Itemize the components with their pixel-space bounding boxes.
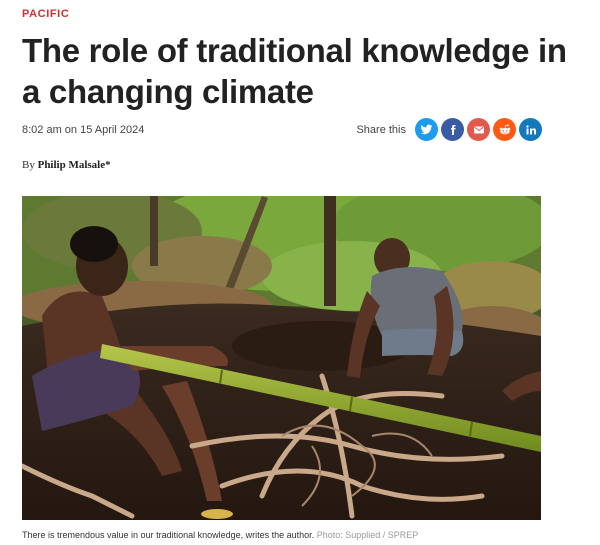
article-headline: The role of traditional knowledge in a c… <box>22 32 567 110</box>
author-name[interactable]: Philip Malsale* <box>38 159 111 171</box>
facebook-icon <box>450 124 456 135</box>
share-reddit-button[interactable] <box>493 118 516 141</box>
byline-prefix: By <box>22 159 35 171</box>
section-kicker[interactable]: PACIFIC <box>22 8 69 20</box>
twitter-icon <box>420 124 433 135</box>
share-email-button[interactable] <box>467 118 490 141</box>
linkedin-icon <box>525 124 536 134</box>
share-label: Share this <box>356 123 406 136</box>
article-byline: By Philip Malsale* <box>22 159 111 171</box>
photo-credit: Photo: Supplied / SPREP <box>316 530 419 540</box>
article-meta: 8:02 am on 15 April 2024 Share this <box>22 116 542 144</box>
photo-caption: There is tremendous value in our traditi… <box>22 530 418 540</box>
share-facebook-button[interactable] <box>441 118 464 141</box>
email-icon <box>473 126 484 133</box>
caption-text: There is tremendous value in our traditi… <box>22 530 315 540</box>
share-twitter-button[interactable] <box>415 118 438 141</box>
share-bar: Share this <box>356 118 542 141</box>
article-photo <box>22 196 541 520</box>
share-linkedin-button[interactable] <box>519 118 542 141</box>
article-timestamp: 8:02 am on 15 April 2024 <box>22 124 145 136</box>
reddit-icon <box>499 123 510 134</box>
